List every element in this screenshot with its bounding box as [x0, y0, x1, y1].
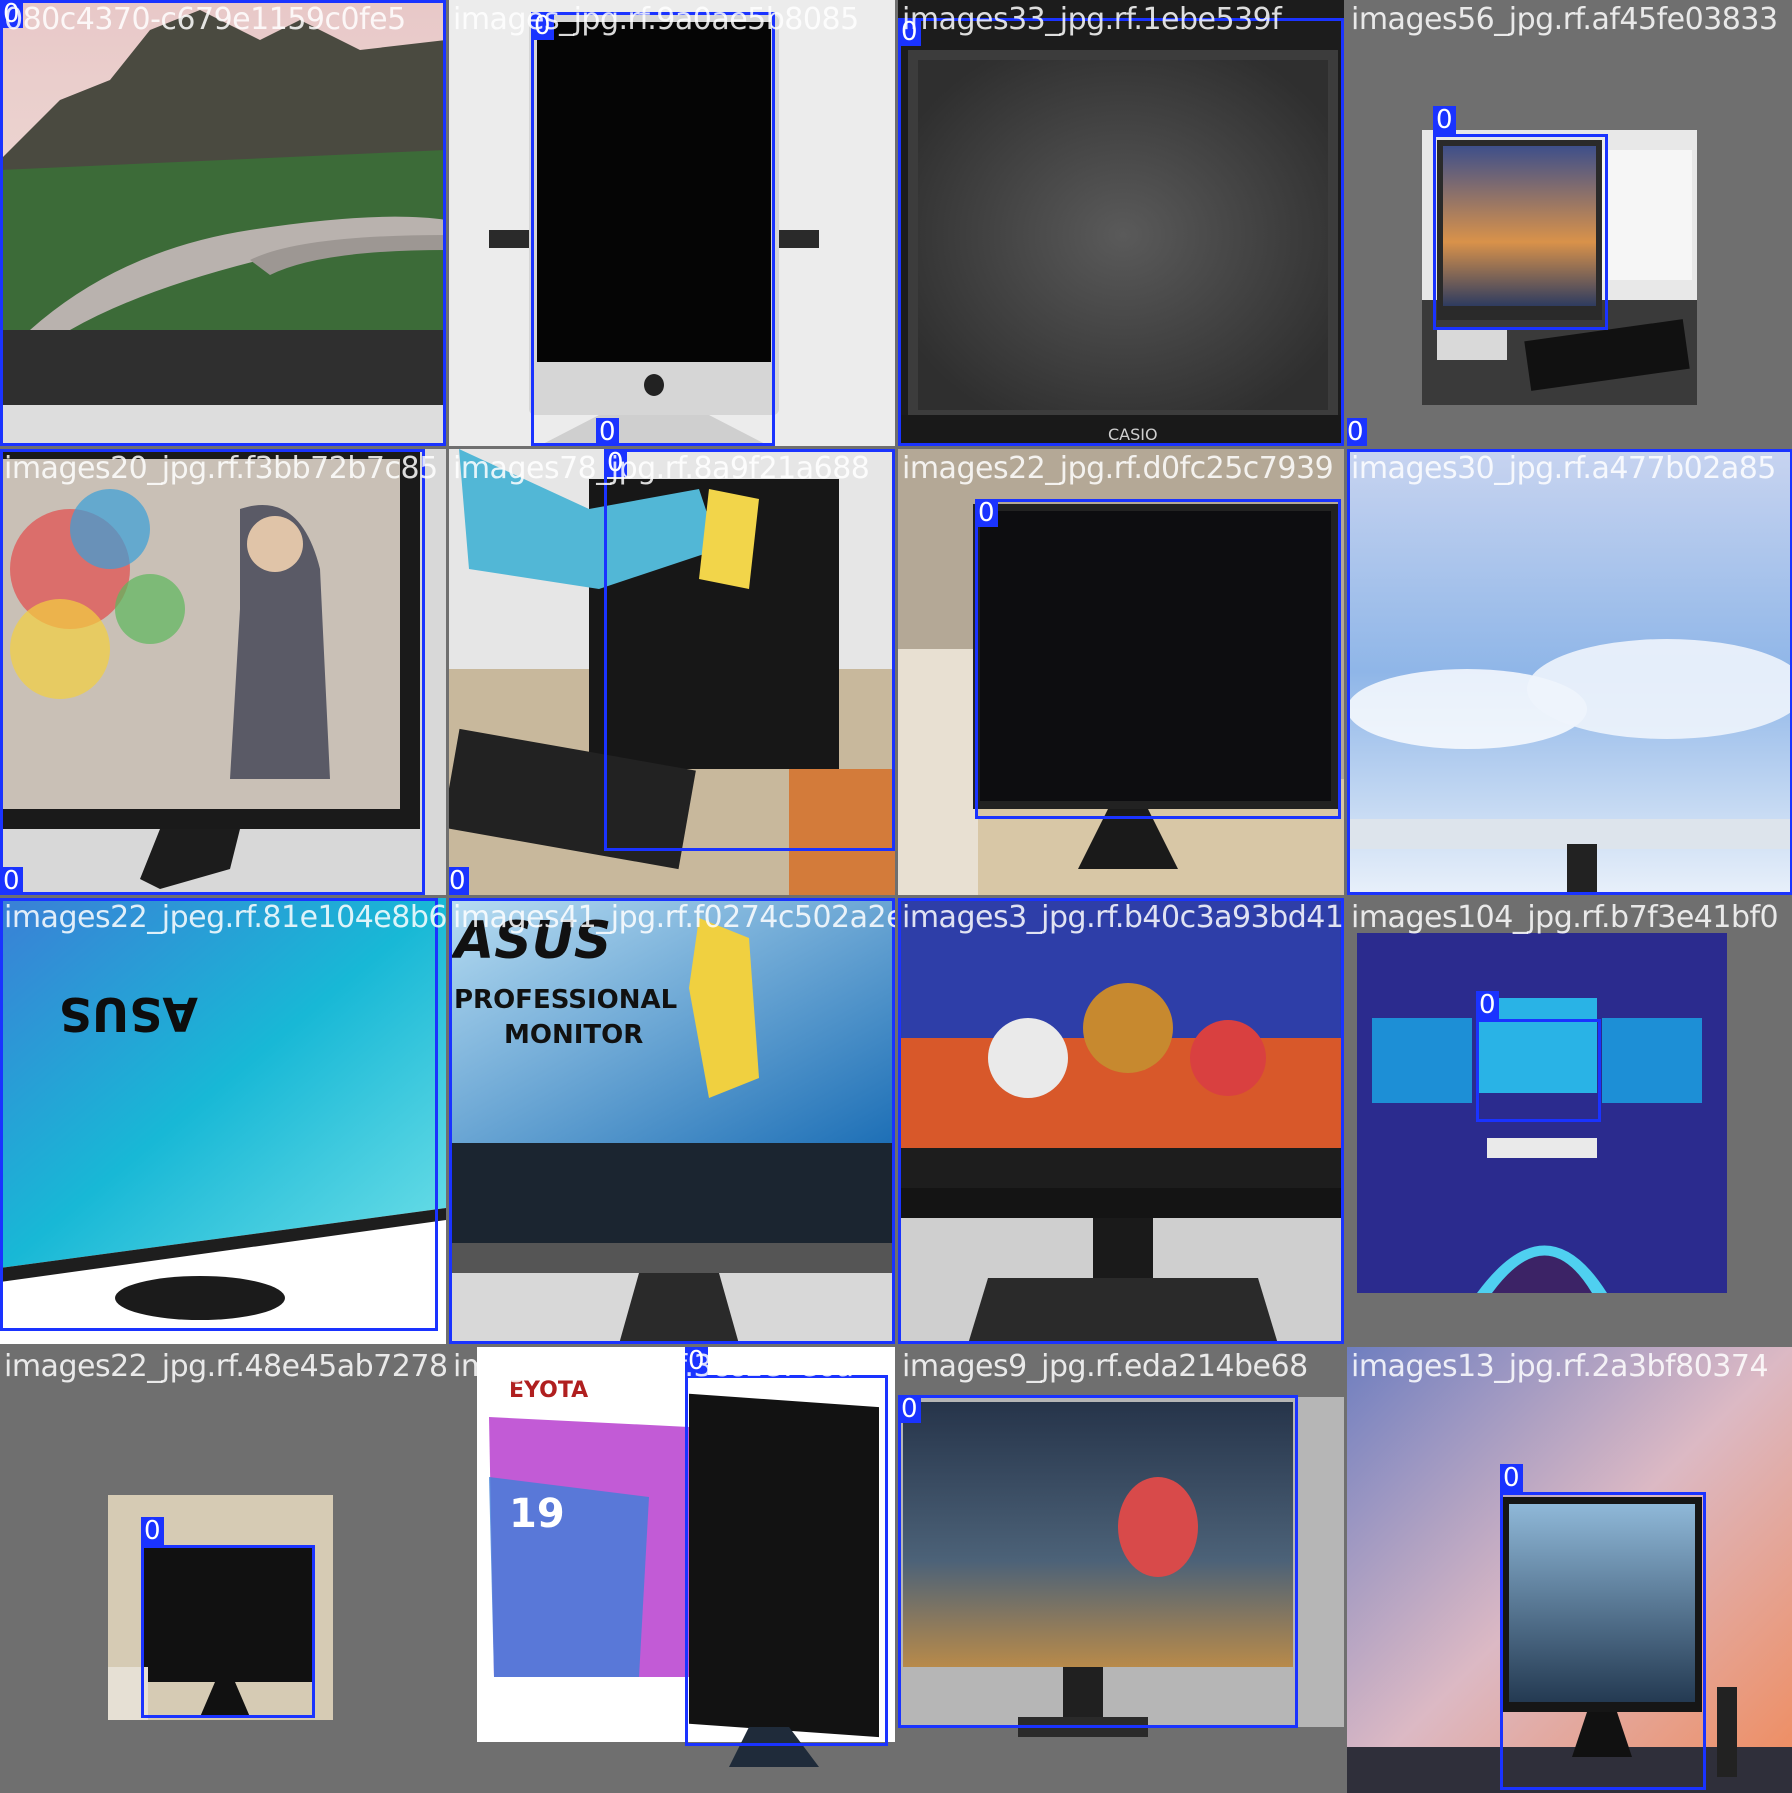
tile-11: images3_jpg.rf.b40c3a93bd41 — [898, 898, 1344, 1344]
detection-box: 0 — [1476, 991, 1601, 1122]
detection-box: 0 — [1433, 106, 1608, 330]
mosaic-grid: 080c4370-c679e1159c0fe5 0 images_jpg.rf.… — [0, 0, 1792, 1793]
detection-box: 0 — [0, 449, 425, 895]
tile-14: EYOTA 19 images15_jpg.rf.3cc1e7e6a 0 — [449, 1347, 895, 1793]
tile-4: images56_jpg.rf.af45fe03833 0 0 — [1347, 0, 1792, 446]
class-label: 0 — [898, 1395, 921, 1423]
detection-label-anchor: 0 — [449, 867, 469, 895]
detection-box — [1347, 449, 1792, 895]
tile-8: images30_jpg.rf.a477b02a85 — [1347, 449, 1792, 895]
detection-box: 0 — [604, 449, 895, 851]
tile-16: images13_jpg.rf.2a3bf80374 0 — [1347, 1347, 1792, 1793]
tile-15: images9_jpg.rf.eda214be68 0 — [898, 1347, 1344, 1793]
tile-13: images22_jpg.rf.48e45ab7278 0 — [0, 1347, 446, 1793]
tile-6: images78_jpg.rf.8a9f21a688 0 0 — [449, 449, 895, 895]
detection-box: 0 — [141, 1517, 315, 1718]
detection-label-anchor: 0 — [1347, 418, 1367, 446]
tile-3: CASIO images33_jpg.rf.1ebe539f 0 — [898, 0, 1344, 446]
class-label: 0 — [596, 418, 619, 446]
tile-7: images22_jpg.rf.d0fc25c7939 0 — [898, 449, 1344, 895]
detection-box — [449, 898, 895, 1344]
class-label: 0 — [604, 449, 627, 477]
class-label: 0 — [1347, 418, 1367, 446]
tile-2: images_jpg.rf.9a0ae5b8085 0 0 — [449, 0, 895, 446]
class-label: 0 — [449, 867, 469, 895]
detection-box: 0 — [975, 499, 1341, 819]
tile-9: ASUS images22_jpeg.rf.81e104e8b6 — [0, 898, 446, 1344]
detection-box: 0 — [898, 1395, 1298, 1728]
class-label: 0 — [1500, 1464, 1523, 1492]
class-label: 0 — [0, 867, 23, 895]
class-label: 0 — [141, 1517, 164, 1545]
tile-5: images20_jpg.rf.f3bb72b7c85 0 — [0, 449, 446, 895]
class-label: 0 — [1433, 106, 1456, 134]
class-label: 0 — [0, 0, 23, 28]
detection-box: 0 — [531, 12, 775, 446]
detection-box — [0, 898, 438, 1331]
detection-box: 0 — [685, 1347, 888, 1746]
eyota-size-text: 19 — [509, 1491, 565, 1537]
tile-12: images104_jpg.rf.b7f3e41bf0 0 — [1347, 898, 1792, 1344]
class-label: 0 — [898, 18, 921, 46]
detection-box: 0 — [0, 0, 446, 446]
class-label: 0 — [1476, 991, 1499, 1019]
tile-1: 080c4370-c679e1159c0fe5 0 — [0, 0, 446, 446]
detection-box: 0 — [898, 18, 1344, 446]
class-label: 0 — [531, 12, 554, 40]
detection-box: 0 — [1500, 1464, 1706, 1790]
detection-box — [898, 898, 1344, 1344]
tile-10: ASUS PROFESSIONAL MONITOR images41_jpg.r… — [449, 898, 895, 1344]
detection-label-anchor: 0 — [596, 418, 619, 446]
class-label: 0 — [685, 1347, 708, 1375]
eyota-brand-text: EYOTA — [509, 1378, 588, 1403]
class-label: 0 — [975, 499, 998, 527]
